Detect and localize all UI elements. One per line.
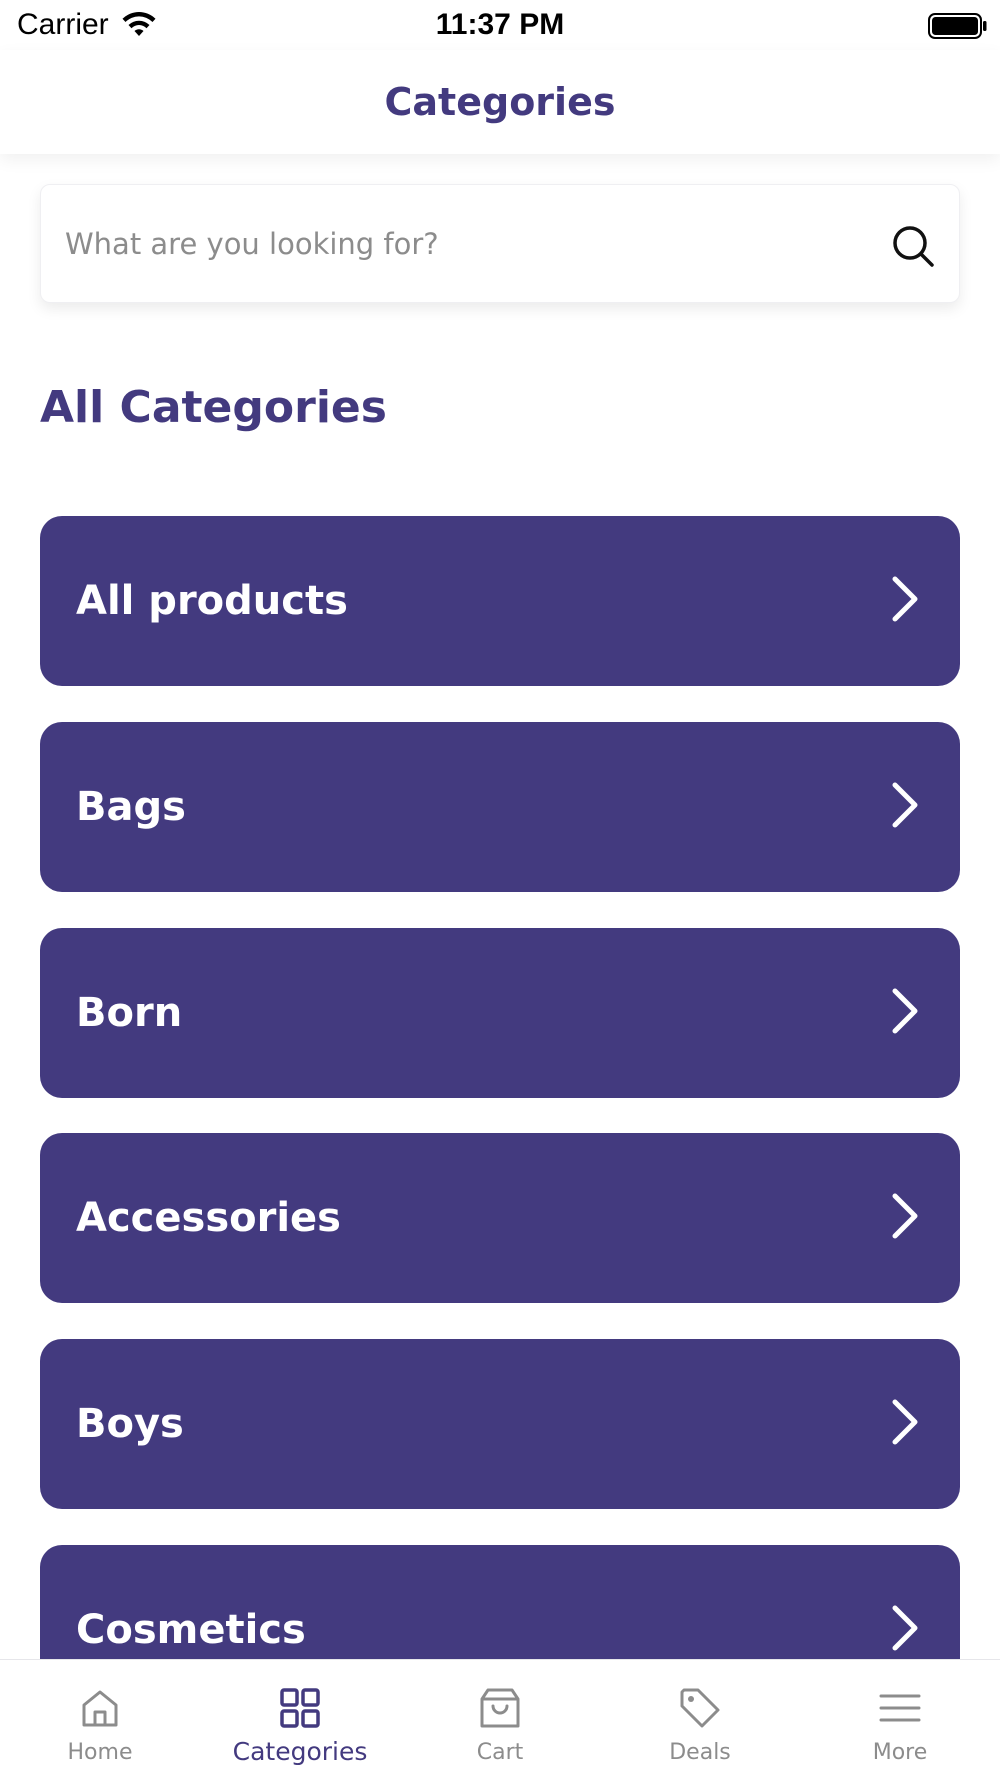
category-card[interactable]: Cosmetics bbox=[40, 1545, 960, 1659]
category-card[interactable]: Bags bbox=[40, 722, 960, 892]
category-label: Boys bbox=[76, 1401, 184, 1447]
chevron-right-icon bbox=[892, 988, 918, 1034]
tab-bar: Home Categories Cart Deals More bbox=[0, 1659, 1000, 1778]
grid-icon bbox=[280, 1688, 320, 1728]
page-title: Categories bbox=[384, 80, 616, 124]
status-bar: Carrier 11:37 PM bbox=[0, 0, 1000, 50]
tab-deals[interactable]: Deals bbox=[600, 1660, 800, 1779]
tag-icon bbox=[680, 1688, 720, 1728]
chevron-right-icon bbox=[892, 782, 918, 828]
category-card[interactable]: All products bbox=[40, 516, 960, 686]
search-box[interactable] bbox=[40, 184, 960, 303]
category-card[interactable]: Born bbox=[40, 928, 960, 1098]
search-input[interactable] bbox=[63, 215, 867, 273]
category-list: All products Bags Born Accessories Boys … bbox=[40, 516, 960, 1659]
battery-icon bbox=[928, 13, 987, 39]
shopping-bag-icon bbox=[480, 1688, 520, 1728]
menu-icon bbox=[879, 1694, 921, 1722]
tab-label: Deals bbox=[669, 1740, 731, 1765]
tab-home[interactable]: Home bbox=[0, 1660, 200, 1779]
category-label: Bags bbox=[76, 784, 186, 830]
chevron-right-icon bbox=[892, 1399, 918, 1445]
category-card[interactable]: Accessories bbox=[40, 1133, 960, 1303]
tab-categories[interactable]: Categories bbox=[200, 1660, 400, 1779]
category-label: All products bbox=[76, 578, 348, 624]
tab-label: Categories bbox=[232, 1737, 368, 1766]
category-label: Cosmetics bbox=[76, 1607, 306, 1653]
tab-cart[interactable]: Cart bbox=[400, 1660, 600, 1779]
tab-label: More bbox=[872, 1740, 928, 1765]
tab-more[interactable]: More bbox=[800, 1660, 1000, 1779]
section-title: All Categories bbox=[40, 382, 387, 433]
category-label: Born bbox=[76, 990, 183, 1036]
tab-label: Cart bbox=[476, 1740, 524, 1765]
nav-header: Categories bbox=[0, 50, 1000, 154]
category-card[interactable]: Boys bbox=[40, 1339, 960, 1509]
chevron-right-icon bbox=[892, 1605, 918, 1651]
chevron-right-icon bbox=[892, 576, 918, 622]
search-icon[interactable] bbox=[889, 222, 937, 270]
clock: 11:37 PM bbox=[435, 8, 565, 41]
home-icon bbox=[82, 1690, 118, 1727]
category-label: Accessories bbox=[76, 1195, 341, 1241]
chevron-right-icon bbox=[892, 1193, 918, 1239]
tab-label: Home bbox=[67, 1740, 133, 1765]
